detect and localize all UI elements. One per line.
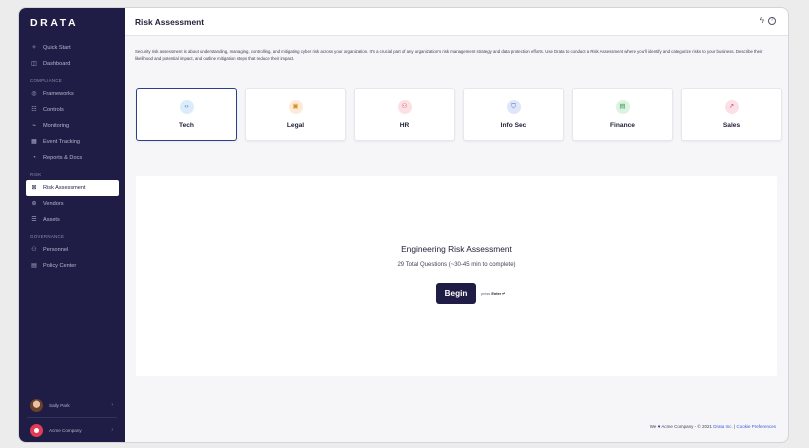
page-title: Risk Assessment [135, 16, 205, 27]
reports-icon: ◔ [32, 155, 36, 161]
drata-logo[interactable]: DRATA [19, 8, 125, 38]
chevron-right-icon: › [111, 427, 113, 433]
avatar [30, 398, 43, 412]
top-bar: Risk Assessment ϟ ? [125, 8, 788, 36]
controls-icon: ☷ [31, 107, 37, 113]
sidebar-item-personnel[interactable]: ⚇ Personnel [19, 242, 125, 258]
sidebar-item-policy-center[interactable]: ▤ Policy Center [19, 258, 125, 274]
sidebar-item-label: Vendors [43, 201, 64, 207]
sidebar-item-reports-docs[interactable]: ◔ Reports & Docs [19, 150, 125, 166]
sidebar-item-label: Controls [43, 107, 64, 113]
category-card-sales[interactable]: ↗ Sales [681, 88, 782, 141]
assets-icon: ☰ [31, 217, 37, 223]
risk-assessment-icon: ⊠ [31, 185, 37, 191]
monitoring-icon: ⌁ [32, 123, 36, 129]
user-name: Sally Park [49, 402, 70, 408]
company-menu[interactable]: Acme Company › [19, 418, 125, 442]
sidebar-item-vendors[interactable]: ⊛ Vendors [19, 196, 125, 212]
lightning-icon[interactable]: ϟ [760, 17, 764, 25]
main-content: Risk Assessment ϟ ? Security risk assess… [125, 8, 788, 442]
calendar-icon: ▦ [31, 139, 37, 145]
sidebar-item-label: Policy Center [43, 263, 77, 269]
assessment-subtitle: 29 Total Questions (~30-45 min to comple… [397, 262, 516, 268]
hint-prefix: press [481, 292, 491, 296]
footer-suffix: Acme Company - © 2021 [661, 424, 712, 429]
shield-icon: ⛉ [506, 100, 521, 114]
page-description: Security risk assessment is about unders… [135, 49, 763, 61]
category-label: Tech [179, 122, 194, 129]
category-label: Finance [610, 122, 635, 129]
sidebar-item-quick-start[interactable]: ✧ Quick Start [19, 40, 125, 56]
sidebar-item-frameworks[interactable]: ◎ Frameworks [19, 86, 125, 102]
category-label: Legal [286, 122, 305, 129]
category-label: Info Sec [500, 122, 527, 129]
sidebar-item-label: Reports & Docs [43, 155, 83, 161]
category-card-hr[interactable]: ⚇ HR [354, 88, 455, 141]
category-card-info-sec[interactable]: ⛉ Info Sec [463, 88, 564, 141]
trend-up-icon: ↗ [724, 100, 739, 114]
sidebar-item-controls[interactable]: ☷ Controls [19, 102, 125, 118]
section-compliance: COMPLIANCE [30, 78, 63, 83]
app-window: DRATA ✧ Quick Start ◫ Dashboard COMPLIAN… [18, 7, 789, 443]
sidebar-item-dashboard[interactable]: ◫ Dashboard [19, 56, 125, 72]
help-icon[interactable]: ? [768, 17, 776, 25]
people-icon: ⚇ [397, 100, 412, 114]
footer-link-cookie-preferences[interactable]: Cookie Preferences [736, 424, 776, 429]
sidebar-item-label: Quick Start [43, 45, 71, 51]
company-name: Acme Company [49, 427, 82, 433]
category-cards: ‹› Tech ▣ Legal ⚇ HR ⛉ Info Sec ▤ Finance ↗ Sales [136, 88, 782, 141]
begin-button[interactable]: Begin [436, 283, 476, 304]
policy-icon: ▤ [31, 263, 37, 269]
section-governance: GOVERNANCE [30, 234, 65, 239]
sidebar-item-risk-assessment[interactable]: ⊠ Risk Assessment [26, 180, 119, 196]
category-card-tech[interactable]: ‹› Tech [136, 88, 237, 141]
section-risk: RISK [30, 172, 42, 177]
company-logo-icon [30, 423, 43, 437]
sidebar-item-label: Dashboard [43, 61, 71, 67]
personnel-icon: ⚇ [31, 247, 37, 253]
finance-icon: ▤ [615, 100, 630, 114]
sidebar: DRATA ✧ Quick Start ◫ Dashboard COMPLIAN… [19, 8, 125, 442]
footer-link-drata[interactable]: Drata Inc. [713, 424, 733, 429]
category-label: Sales [722, 122, 741, 129]
sidebar-item-label: Personnel [43, 247, 69, 253]
sidebar-item-label: Assets [43, 217, 60, 223]
dashboard-icon: ◫ [31, 61, 37, 67]
assessment-title: Engineering Risk Assessment [401, 244, 512, 254]
sidebar-nav: ✧ Quick Start ◫ Dashboard COMPLIANCE ◎ F… [19, 38, 125, 274]
sidebar-item-label: Event Tracking [43, 139, 80, 145]
sidebar-item-label: Monitoring [43, 123, 70, 129]
rocket-icon: ✧ [31, 45, 37, 51]
vendors-icon: ⊛ [31, 201, 37, 207]
page-footer: We ♥ Acme Company - © 2021 Drata Inc. | … [650, 424, 776, 429]
code-icon: ‹› [179, 100, 194, 114]
begin-row: Begin press Enter ↵ [436, 283, 505, 304]
assessment-panel: Engineering Risk Assessment 29 Total Que… [136, 176, 777, 376]
sidebar-item-monitoring[interactable]: ⌁ Monitoring [19, 118, 125, 134]
frameworks-icon: ◎ [31, 91, 37, 97]
user-menu[interactable]: Sally Park › [19, 393, 125, 417]
heart-icon: ♥ [657, 424, 661, 429]
chevron-right-icon: › [111, 402, 113, 408]
sidebar-item-label: Risk Assessment [43, 185, 86, 191]
sidebar-item-label: Frameworks [43, 91, 74, 97]
hint-key: Enter ↵ [491, 292, 506, 296]
enter-hint: press Enter ↵ [481, 291, 505, 296]
category-label: HR [399, 122, 410, 129]
sidebar-footer: Sally Park › Acme Company › [19, 393, 125, 442]
category-card-finance[interactable]: ▤ Finance [572, 88, 673, 141]
top-actions: ϟ ? [760, 17, 776, 25]
category-card-legal[interactable]: ▣ Legal [245, 88, 346, 141]
sidebar-item-assets[interactable]: ☰ Assets [19, 212, 125, 228]
footer-prefix: We [649, 424, 657, 429]
sidebar-item-event-tracking[interactable]: ▦ Event Tracking [19, 134, 125, 150]
briefcase-icon: ▣ [288, 100, 303, 114]
